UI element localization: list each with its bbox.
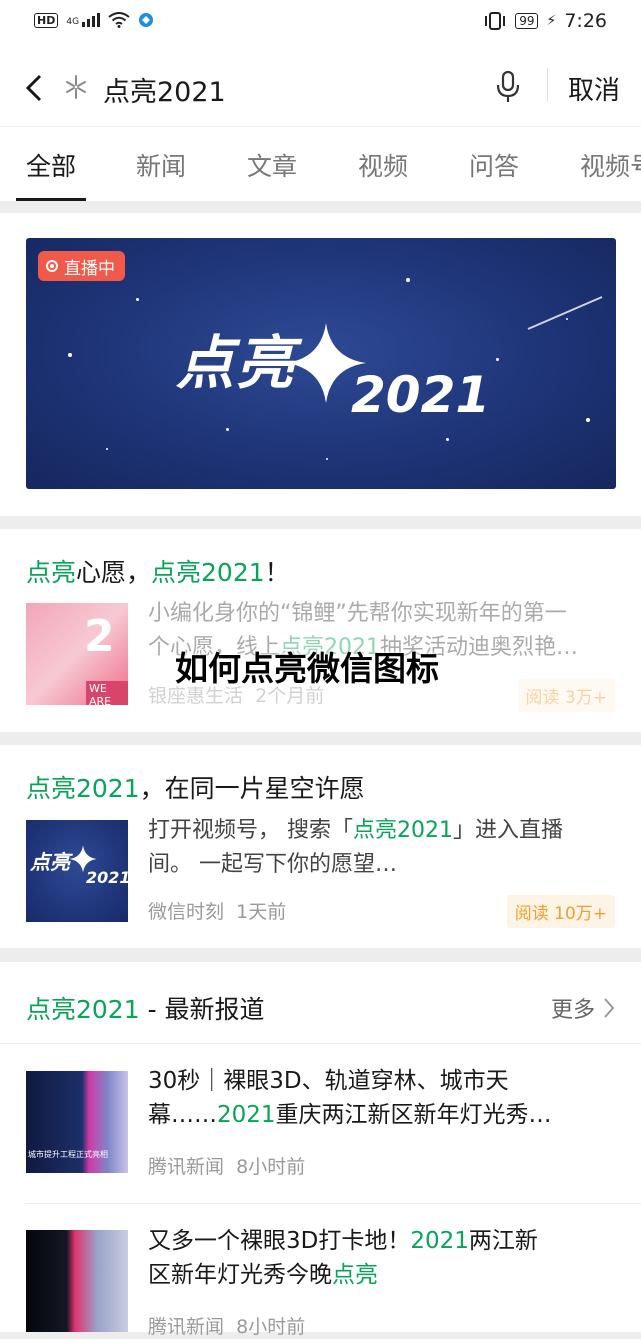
result-title: 点亮心愿，点亮2021！ bbox=[26, 558, 290, 587]
wifi-icon bbox=[108, 12, 130, 28]
microphone-icon[interactable] bbox=[494, 70, 522, 104]
tab-channels[interactable]: 视频号 bbox=[580, 147, 641, 183]
overlay-title: 如何点亮微信图标 bbox=[175, 649, 439, 688]
sparkle-icon bbox=[66, 75, 86, 99]
read-count-badge: 阅读 3万+ bbox=[517, 679, 615, 712]
news-thumbnail: 城市提升工程正式亮相 bbox=[26, 1071, 128, 1173]
source-name: 微信时刻 bbox=[148, 901, 225, 923]
shooting-star-icon bbox=[527, 296, 603, 330]
live-label: 直播中 bbox=[64, 258, 115, 279]
result-card-2[interactable]: 点亮2021，在同一片星空许愿 点亮 2021 打开视频号， 搜索「点亮2021… bbox=[0, 745, 641, 948]
news-title: 30秒｜裸眼3D、轨道穿林、城市天 幕……2021重庆两江新区新年灯光秀… bbox=[148, 1068, 552, 1128]
clock: 7:26 bbox=[564, 10, 607, 32]
status-right: 99 ⚡ 7:26 bbox=[483, 10, 607, 32]
live-banner[interactable]: 直播中 点亮 2021 bbox=[26, 238, 616, 489]
chevron-right-icon bbox=[604, 998, 615, 1018]
result-thumbnail: 2 WE ARE bbox=[26, 603, 128, 705]
more-button[interactable]: 更多 bbox=[551, 992, 615, 1024]
tab-all[interactable]: 全部 bbox=[26, 147, 76, 183]
status-left: HD 4G bbox=[34, 12, 154, 28]
search-bar: 点亮2021 取消 bbox=[0, 48, 641, 126]
live-icon bbox=[46, 260, 58, 272]
divider bbox=[547, 68, 548, 102]
network-type: 4G bbox=[66, 17, 80, 27]
back-arrow-icon[interactable] bbox=[20, 68, 50, 108]
active-tab-indicator bbox=[16, 198, 86, 201]
news-title: 又多一个裸眼3D打卡地！2021两江新 区新年灯光秀今晚点亮 bbox=[148, 1228, 538, 1288]
news-meta: 腾讯新闻 8小时前 bbox=[148, 1316, 306, 1338]
tab-news[interactable]: 新闻 bbox=[136, 147, 186, 183]
signal-icon: 4G bbox=[66, 13, 101, 27]
tab-bar: 全部 新闻 文章 视频 问答 视频号 bbox=[0, 126, 641, 201]
result-meta: 微信时刻 1天前 bbox=[148, 897, 286, 924]
news-item[interactable]: 又多一个裸眼3D打卡地！2021两江新 区新年灯光秀今晚点亮 腾讯新闻 8小时前 bbox=[0, 1204, 641, 1338]
vibrate-icon bbox=[485, 12, 506, 30]
tab-videos[interactable]: 视频 bbox=[358, 147, 408, 183]
result-description: 打开视频号， 搜索「点亮2021」进入直播 间。 一起写下你的愿望… bbox=[148, 818, 564, 877]
section-title: 点亮2021 - 最新报道 bbox=[26, 995, 265, 1024]
result-thumbnail: 点亮 2021 bbox=[26, 820, 128, 922]
news-meta: 腾讯新闻 8小时前 bbox=[148, 1156, 306, 1178]
publish-time: 1天前 bbox=[236, 901, 287, 923]
search-input[interactable]: 点亮2021 bbox=[103, 70, 226, 109]
live-badge: 直播中 bbox=[38, 251, 125, 281]
news-item[interactable]: 城市提升工程正式亮相 30秒｜裸眼3D、轨道穿林、城市天 幕……2021重庆两江… bbox=[0, 1044, 641, 1202]
battery-level: 99 bbox=[515, 13, 539, 29]
hd-indicator: HD bbox=[34, 12, 59, 28]
tab-qa[interactable]: 问答 bbox=[469, 147, 519, 183]
status-bar: HD 4G 99 ⚡ 7:26 bbox=[0, 0, 641, 48]
live-banner-card: 直播中 点亮 2021 bbox=[0, 213, 641, 516]
cancel-button[interactable]: 取消 bbox=[568, 70, 620, 107]
news-section: 点亮2021 - 最新报道 更多 城市提升工程正式亮相 30秒｜裸眼3D、轨道穿… bbox=[0, 962, 641, 1338]
app-notification-icon bbox=[139, 13, 154, 27]
read-count-badge: 阅读 10万+ bbox=[506, 895, 615, 928]
charging-icon: ⚡ bbox=[546, 13, 557, 29]
result-title: 点亮2021，在同一片星空许愿 bbox=[26, 774, 365, 803]
tab-articles[interactable]: 文章 bbox=[247, 147, 297, 183]
banner-year: 2021 bbox=[351, 366, 491, 424]
news-thumbnail bbox=[26, 1230, 128, 1332]
result-card-1[interactable]: 点亮心愿，点亮2021！ 2 WE ARE 小编化身你的“锦鲤”先帮你实现新年的… bbox=[0, 529, 641, 732]
